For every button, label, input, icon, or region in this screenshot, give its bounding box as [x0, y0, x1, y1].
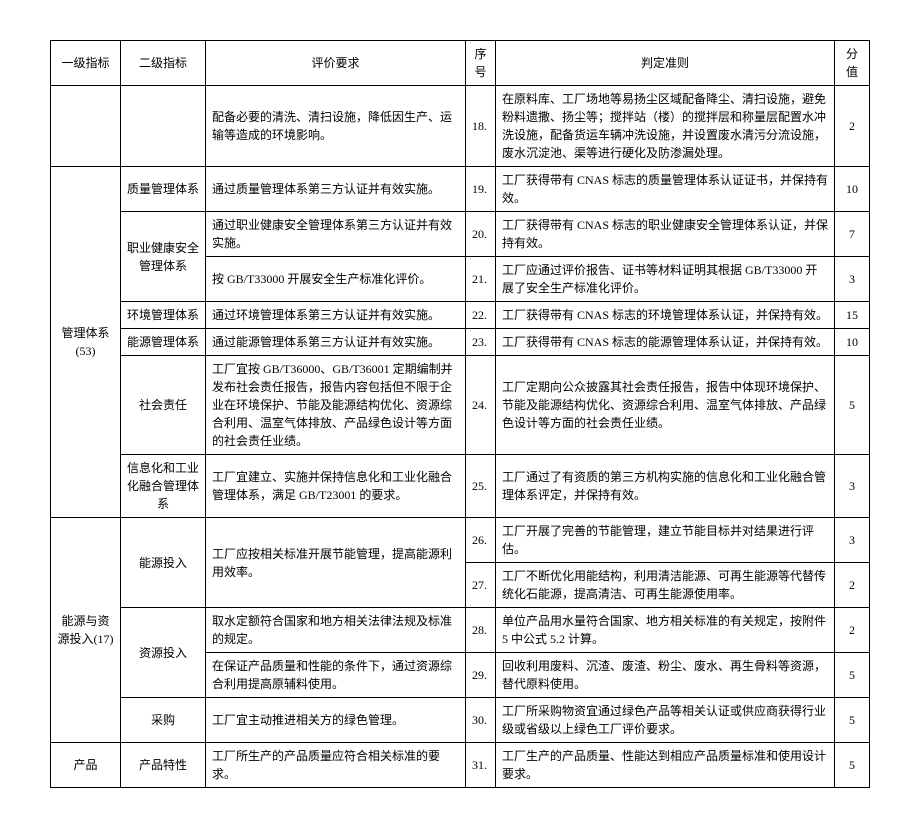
- cell-score: 5: [835, 356, 870, 455]
- cell-seq: 21.: [466, 257, 496, 302]
- cell-score: 2: [835, 563, 870, 608]
- cell-score: 10: [835, 167, 870, 212]
- table-row: 采购 工厂宜主动推进相关方的绿色管理。 30. 工厂所采购物资宜通过绿色产品等相…: [51, 698, 870, 743]
- cell-score: 5: [835, 743, 870, 788]
- cell-lvl2: 环境管理体系: [121, 302, 206, 329]
- table-row: 能源管理体系 通过能源管理体系第三方认证并有效实施。 23. 工厂获得带有 CN…: [51, 329, 870, 356]
- table-row: 环境管理体系 通过环境管理体系第三方认证并有效实施。 22. 工厂获得带有 CN…: [51, 302, 870, 329]
- table-row: 信息化和工业化融合管理体系 工厂宜建立、实施并保持信息化和工业化融合管理体系，满…: [51, 455, 870, 518]
- cell-seq: 20.: [466, 212, 496, 257]
- cell-lvl2: 资源投入: [121, 608, 206, 698]
- cell-lvl1: 产品: [51, 743, 121, 788]
- table-row: 能源与资源投入(17) 能源投入 工厂应按相关标准开展节能管理，提高能源利用效率…: [51, 518, 870, 563]
- table-row: 资源投入 取水定额符合国家和地方相关法律法规及标准的规定。 28. 单位产品用水…: [51, 608, 870, 653]
- cell-crit: 工厂获得带有 CNAS 标志的质量管理体系认证证书，并保持有效。: [496, 167, 835, 212]
- cell-crit: 工厂获得带有 CNAS 标志的职业健康安全管理体系认证，并保持有效。: [496, 212, 835, 257]
- table-row: 配备必要的清洗、清扫设施，降低因生产、运输等造成的环境影响。 18. 在原料库、…: [51, 86, 870, 167]
- header-lvl1: 一级指标: [51, 41, 121, 86]
- cell-req: 工厂应按相关标准开展节能管理，提高能源利用效率。: [206, 518, 466, 608]
- cell-req: 配备必要的清洗、清扫设施，降低因生产、运输等造成的环境影响。: [206, 86, 466, 167]
- cell-lvl2: 信息化和工业化融合管理体系: [121, 455, 206, 518]
- cell-crit: 工厂获得带有 CNAS 标志的环境管理体系认证，并保持有效。: [496, 302, 835, 329]
- cell-score: 5: [835, 698, 870, 743]
- cell-score: 5: [835, 653, 870, 698]
- cell-lvl2: [121, 86, 206, 167]
- cell-lvl1: 管理体系(53): [51, 167, 121, 518]
- cell-seq: 18.: [466, 86, 496, 167]
- cell-req: 通过质量管理体系第三方认证并有效实施。: [206, 167, 466, 212]
- table-row: 管理体系(53) 质量管理体系 通过质量管理体系第三方认证并有效实施。 19. …: [51, 167, 870, 212]
- cell-crit: 单位产品用水量符合国家、地方相关标准的有关规定，按附件 5 中公式 5.2 计算…: [496, 608, 835, 653]
- table-row: 职业健康安全管理体系 通过职业健康安全管理体系第三方认证并有效实施。 20. 工…: [51, 212, 870, 257]
- cell-crit: 回收利用废料、沉渣、废渣、粉尘、废水、再生骨料等资源，替代原料使用。: [496, 653, 835, 698]
- header-crit: 判定准则: [496, 41, 835, 86]
- cell-req: 工厂宜主动推进相关方的绿色管理。: [206, 698, 466, 743]
- cell-crit: 工厂通过了有资质的第三方机构实施的信息化和工业化融合管理体系评定，并保持有效。: [496, 455, 835, 518]
- cell-lvl2: 质量管理体系: [121, 167, 206, 212]
- cell-crit: 工厂所采购物资宜通过绿色产品等相关认证或供应商获得行业级或省级以上绿色工厂评价要…: [496, 698, 835, 743]
- cell-lvl1: 能源与资源投入(17): [51, 518, 121, 743]
- cell-crit: 工厂不断优化用能结构，利用清洁能源、可再生能源等代替传统化石能源，提高清洁、可再…: [496, 563, 835, 608]
- header-row: 一级指标 二级指标 评价要求 序号 判定准则 分值: [51, 41, 870, 86]
- cell-score: 2: [835, 608, 870, 653]
- cell-seq: 24.: [466, 356, 496, 455]
- cell-seq: 26.: [466, 518, 496, 563]
- cell-req: 通过能源管理体系第三方认证并有效实施。: [206, 329, 466, 356]
- cell-lvl2: 产品特性: [121, 743, 206, 788]
- evaluation-table: 一级指标 二级指标 评价要求 序号 判定准则 分值 配备必要的清洗、清扫设施，降…: [50, 40, 870, 788]
- cell-lvl2: 职业健康安全管理体系: [121, 212, 206, 302]
- table-row: 产品 产品特性 工厂所生产的产品质量应符合相关标准的要求。 31. 工厂生产的产…: [51, 743, 870, 788]
- cell-score: 3: [835, 257, 870, 302]
- header-lvl2: 二级指标: [121, 41, 206, 86]
- cell-req: 通过职业健康安全管理体系第三方认证并有效实施。: [206, 212, 466, 257]
- cell-req: 通过环境管理体系第三方认证并有效实施。: [206, 302, 466, 329]
- cell-score: 2: [835, 86, 870, 167]
- cell-crit: 工厂获得带有 CNAS 标志的能源管理体系认证，并保持有效。: [496, 329, 835, 356]
- cell-score: 3: [835, 455, 870, 518]
- cell-lvl2: 社会责任: [121, 356, 206, 455]
- cell-seq: 22.: [466, 302, 496, 329]
- cell-req: 按 GB/T33000 开展安全生产标准化评价。: [206, 257, 466, 302]
- cell-score: 3: [835, 518, 870, 563]
- cell-crit: 在原料库、工厂场地等易扬尘区域配备降尘、清扫设施，避免粉料遗撒、扬尘等；搅拌站（…: [496, 86, 835, 167]
- cell-lvl1: [51, 86, 121, 167]
- header-req: 评价要求: [206, 41, 466, 86]
- cell-req: 工厂宜按 GB/T36000、GB/T36001 定期编制并发布社会责任报告，报…: [206, 356, 466, 455]
- cell-req: 工厂宜建立、实施并保持信息化和工业化融合管理体系，满足 GB/T23001 的要…: [206, 455, 466, 518]
- cell-req: 在保证产品质量和性能的条件下，通过资源综合利用提高原辅料使用。: [206, 653, 466, 698]
- cell-seq: 25.: [466, 455, 496, 518]
- cell-seq: 19.: [466, 167, 496, 212]
- cell-seq: 31.: [466, 743, 496, 788]
- cell-lvl2: 能源管理体系: [121, 329, 206, 356]
- cell-req: 取水定额符合国家和地方相关法律法规及标准的规定。: [206, 608, 466, 653]
- cell-seq: 27.: [466, 563, 496, 608]
- cell-crit: 工厂应通过评价报告、证书等材料证明其根据 GB/T33000 开展了安全生产标准…: [496, 257, 835, 302]
- cell-crit: 工厂生产的产品质量、性能达到相应产品质量标准和使用设计要求。: [496, 743, 835, 788]
- header-score: 分值: [835, 41, 870, 86]
- cell-score: 10: [835, 329, 870, 356]
- cell-seq: 29.: [466, 653, 496, 698]
- cell-lvl2: 采购: [121, 698, 206, 743]
- cell-seq: 28.: [466, 608, 496, 653]
- header-seq: 序号: [466, 41, 496, 86]
- cell-seq: 23.: [466, 329, 496, 356]
- cell-seq: 30.: [466, 698, 496, 743]
- cell-crit: 工厂开展了完善的节能管理，建立节能目标并对结果进行评估。: [496, 518, 835, 563]
- cell-score: 15: [835, 302, 870, 329]
- cell-crit: 工厂定期向公众披露其社会责任报告，报告中体现环境保护、节能及能源结构优化、资源综…: [496, 356, 835, 455]
- table-row: 社会责任 工厂宜按 GB/T36000、GB/T36001 定期编制并发布社会责…: [51, 356, 870, 455]
- cell-req: 工厂所生产的产品质量应符合相关标准的要求。: [206, 743, 466, 788]
- cell-score: 7: [835, 212, 870, 257]
- cell-lvl2: 能源投入: [121, 518, 206, 608]
